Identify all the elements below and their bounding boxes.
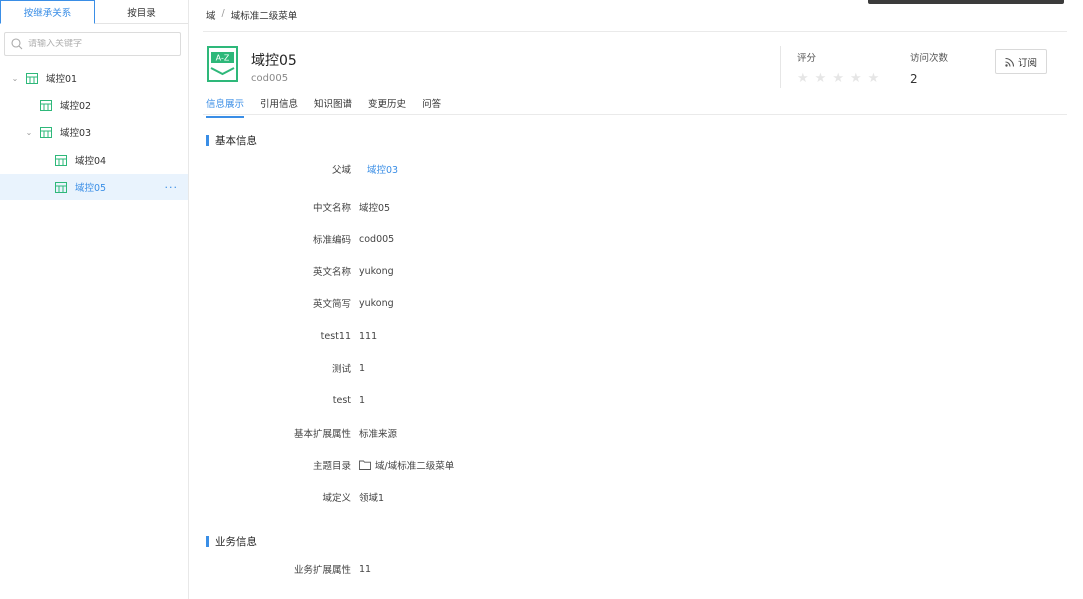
tree-node-label: 域控03 — [60, 128, 92, 139]
breadcrumb-root[interactable]: 域 — [206, 8, 216, 22]
domain-node-icon — [40, 126, 52, 138]
search-icon — [11, 38, 23, 50]
field-value: 11 — [359, 563, 372, 575]
page-title: 域控05 — [251, 53, 297, 69]
section-title-business: 业务信息 — [206, 534, 257, 549]
overlay-bar — [868, 0, 1064, 4]
divider — [203, 31, 1067, 32]
domain-node-icon — [26, 72, 38, 84]
field-label: 英文简写 — [312, 299, 351, 310]
domain-node-icon — [55, 181, 67, 193]
tree-node-label: 域控05 — [75, 183, 107, 194]
field-row: test11 111 — [190, 329, 790, 343]
rating-stars[interactable]: ★ ★ ★ ★ ★ — [797, 71, 879, 86]
star-icon[interactable]: ★ — [797, 71, 809, 86]
tree-node-yukong03[interactable]: ⌄ 域控03 — [0, 119, 188, 145]
field-row: 基本扩展属性 标准来源 — [190, 426, 790, 440]
standard-code: cod005 — [251, 73, 289, 84]
more-options-icon[interactable]: ··· — [165, 181, 179, 194]
field-row: test 1 — [190, 393, 790, 407]
parent-domain-link[interactable]: 域控03 — [367, 162, 398, 176]
tree-node-yukong05[interactable]: 域控05 ··· — [0, 174, 188, 200]
field-value: 领域1 — [359, 493, 385, 504]
tree-node-yukong01[interactable]: ⌄ 域控01 — [0, 65, 188, 91]
field-row: 父域 域控03 — [190, 162, 790, 176]
field-value: yukong — [359, 297, 394, 309]
tree-node-label: 域控01 — [46, 74, 78, 85]
subscribe-label: 订阅 — [1017, 57, 1037, 69]
field-row: 业务扩展属性 11 — [190, 562, 790, 577]
sidebar-tabs: 按继承关系 按目录 — [0, 0, 188, 24]
field-value: 域控05 — [359, 203, 391, 214]
divider — [203, 114, 1067, 115]
field-row: 域定义 领域1 — [190, 490, 790, 504]
field-label: 业务扩展属性 — [293, 565, 351, 576]
icon-label: A-Z — [216, 54, 230, 63]
sidebar: 按继承关系 按目录 ⌄ 域控01 域控02 ⌄ — [0, 0, 189, 599]
field-label: 标准编码 — [312, 235, 351, 246]
field-label: test — [332, 394, 351, 406]
main-panel: 域 / 域标准二级菜单 A-Z 域控05 cod005 评分 ★ ★ ★ ★ ★… — [190, 0, 1083, 599]
divider — [780, 46, 781, 88]
tab-by-inheritance[interactable]: 按继承关系 — [0, 0, 95, 24]
field-value: 域/域标准二级菜单 — [359, 458, 454, 472]
field-label: 测试 — [331, 364, 351, 375]
tree-node-yukong04[interactable]: 域控04 — [0, 147, 188, 173]
field-row: 主题目录 域/域标准二级菜单 — [190, 458, 790, 472]
standard-az-icon: A-Z — [207, 46, 238, 82]
field-row: 英文名称 yukong — [190, 264, 790, 279]
search-input[interactable] — [28, 39, 168, 49]
field-row: 中文名称 域控05 — [190, 200, 790, 214]
star-icon[interactable]: ★ — [850, 71, 862, 86]
breadcrumb-current: 域标准二级菜单 — [230, 11, 298, 22]
visits-label: 访问次数 — [910, 53, 949, 64]
subscribe-button[interactable]: 订阅 — [995, 49, 1047, 74]
field-value: 1 — [359, 394, 366, 406]
breadcrumb: 域 / 域标准二级菜单 — [206, 8, 297, 22]
star-icon[interactable]: ★ — [868, 71, 880, 86]
tree-node-label: 域控04 — [75, 156, 107, 167]
domain-node-icon — [40, 99, 52, 111]
domain-node-icon — [55, 154, 67, 166]
tab-by-directory[interactable]: 按目录 — [95, 0, 188, 23]
chevron-down-icon[interactable]: ⌄ — [24, 127, 34, 137]
rss-icon — [1005, 57, 1015, 67]
topic-directory-value: 域/域标准二级菜单 — [375, 461, 455, 472]
tree-node-yukong02[interactable]: 域控02 — [0, 92, 188, 118]
field-row: 标准编码 cod005 — [190, 232, 790, 247]
folder-icon — [359, 460, 371, 470]
breadcrumb-separator: / — [221, 8, 225, 19]
section-title-basic: 基本信息 — [206, 133, 257, 148]
field-label: 基本扩展属性 — [293, 429, 351, 440]
field-value: 标准来源 — [359, 429, 398, 440]
field-label: 英文名称 — [312, 267, 351, 278]
field-value: 1 — [359, 362, 366, 374]
star-icon[interactable]: ★ — [815, 71, 827, 86]
field-label: test11 — [320, 330, 351, 342]
field-row: 英文简写 yukong — [190, 296, 790, 311]
tree-node-label: 域控02 — [60, 101, 92, 112]
field-label: 中文名称 — [312, 203, 351, 214]
field-label: 父域 — [331, 165, 351, 176]
field-row: 测试 1 — [190, 361, 790, 376]
rating-label: 评分 — [797, 53, 817, 64]
star-icon[interactable]: ★ — [832, 71, 844, 86]
field-value: cod005 — [359, 233, 395, 245]
field-value: yukong — [359, 265, 394, 277]
field-value: 111 — [359, 330, 378, 342]
chevron-down-icon[interactable]: ⌄ — [10, 73, 20, 83]
search-box[interactable] — [4, 32, 181, 56]
field-label: 主题目录 — [312, 461, 351, 472]
visits-count: 2 — [910, 72, 918, 86]
field-label: 域定义 — [322, 493, 351, 504]
